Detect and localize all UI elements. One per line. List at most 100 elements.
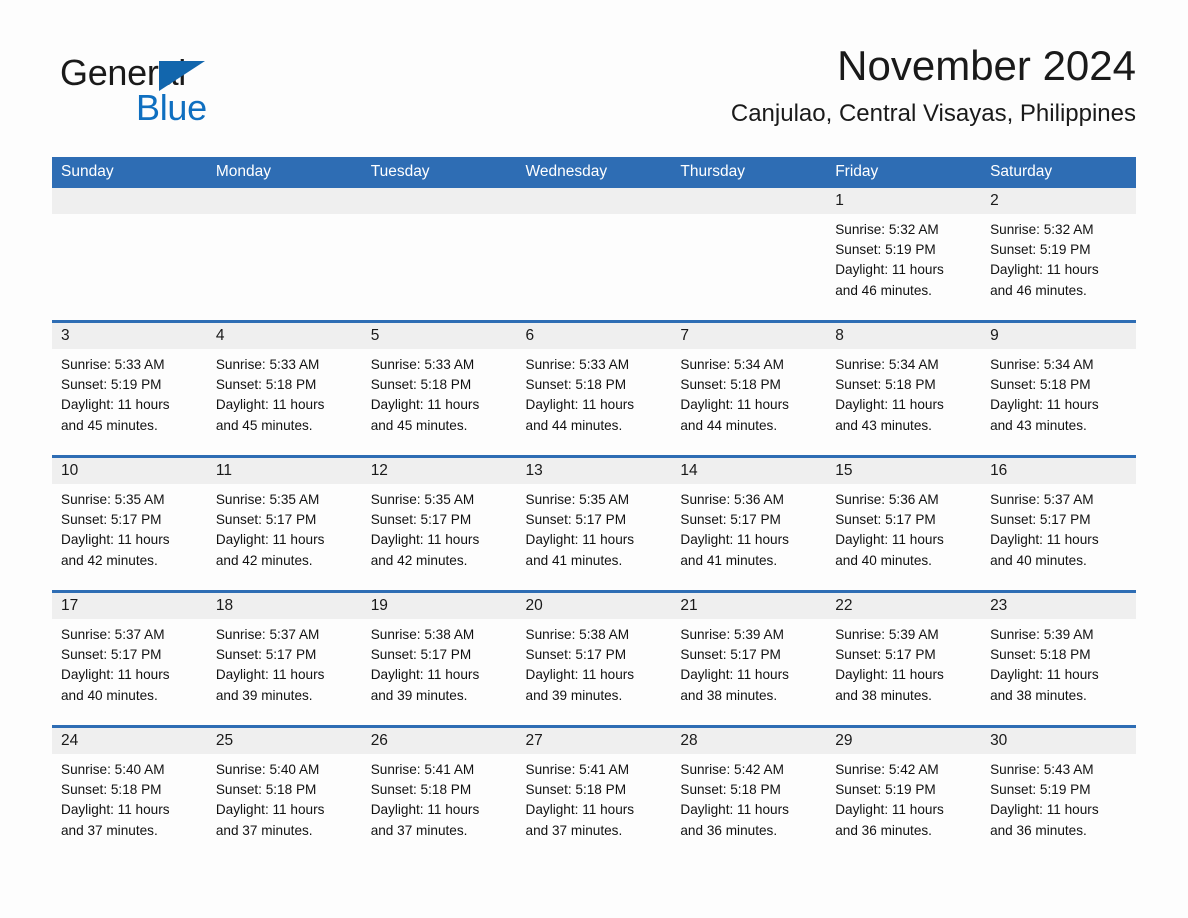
general-blue-logo[interactable]: General Blue: [60, 52, 320, 130]
day-details: Sunrise: 5:43 AM Sunset: 5:19 PM Daylight:…: [981, 754, 1136, 841]
day-details: Sunrise: 5:38 AM Sunset: 5:17 PM Daylight:…: [362, 619, 517, 706]
calendar-day-cell[interactable]: 19 Sunrise: 5:38 AM Sunset: 5:17 PM Dayligh…: [361, 590, 517, 727]
sunrise-text: Sunrise: 5:35 AM: [215, 492, 320, 507]
calendar-day-cell[interactable]: 17 Sunrise: 5:37 AM Sunset: 5:17 PM Dayligh…: [52, 590, 207, 727]
calendar-day-cell[interactable]: 25 Sunrise: 5:40 AM Sunset: 5:18 PM Dayligh…: [206, 725, 362, 860]
calendar-day-cell[interactable]: 4 Sunrise: 5:33 AM Sunset: 5:18 PM Daylight…: [206, 320, 362, 457]
day-details: Sunrise: 5:36 AM Sunset: 5:17 PM Daylight:…: [671, 484, 826, 571]
day-details: Sunrise: 5:36 AM Sunset: 5:17 PM Daylight:…: [826, 484, 981, 571]
sunrise-text: Sunrise: 5:36 AM: [835, 492, 939, 507]
sunset-text: Sunset: 5:19 PM: [990, 782, 1091, 798]
sunrise-text: Sunrise: 5:41 AM: [370, 762, 475, 777]
daylight-text-line-2: and 38 minutes.: [835, 687, 932, 703]
calendar-day-cell[interactable]: 12 Sunrise: 5:35 AM Sunset: 5:17 PM Dayligh…: [361, 455, 517, 592]
calendar-day-cell[interactable]: 30 Sunrise: 5:43 AM Sunset: 5:19 PM Dayligh…: [981, 725, 1136, 860]
day-number: 5: [361, 323, 517, 349]
calendar-day-cell[interactable]: 2 Sunrise: 5:32 AM Sunset: 5:19 PM Daylight…: [981, 188, 1136, 322]
daylight-text-line-2: and 37 minutes.: [61, 822, 158, 838]
daylight-text-line-1: Daylight: 11 hours: [525, 532, 635, 548]
calendar-day-cell[interactable]: 9 Sunrise: 5:34 AM Sunset: 5:18 PM Daylight…: [981, 320, 1136, 457]
daylight-text-line-1: Daylight: 11 hours: [525, 802, 635, 818]
calendar-day-cell[interactable]: 6 Sunrise: 5:33 AM Sunset: 5:18 PM Daylight…: [516, 320, 672, 457]
calendar-day-cell[interactable]: 27 Sunrise: 5:41 AM Sunset: 5:18 PM Dayligh…: [516, 725, 672, 860]
calendar-day-cell-empty: [206, 188, 362, 322]
daylight-text-line-1: Daylight: 11 hours: [680, 802, 789, 818]
sunrise-text: Sunrise: 5:32 AM: [990, 222, 1094, 237]
day-details: Sunrise: 5:35 AM Sunset: 5:17 PM Daylight:…: [517, 484, 672, 571]
sunrise-text: Sunrise: 5:33 AM: [370, 357, 475, 372]
daylight-text-line-1: Daylight: 11 hours: [61, 397, 170, 413]
calendar-day-cell[interactable]: 5 Sunrise: 5:33 AM Sunset: 5:18 PM Daylight…: [361, 320, 517, 457]
daylight-text-line-1: Daylight: 11 hours: [215, 667, 325, 683]
calendar-day-cell[interactable]: 24 Sunrise: 5:40 AM Sunset: 5:18 PM Dayligh…: [52, 725, 207, 860]
calendar-day-cell[interactable]: 18 Sunrise: 5:37 AM Sunset: 5:17 PM Dayligh…: [206, 590, 362, 727]
calendar-day-cell-empty: [516, 188, 672, 322]
day-number: 13: [516, 458, 672, 484]
daylight-text-line-2: and 39 minutes.: [370, 687, 468, 703]
sunrise-text: Sunrise: 5:39 AM: [680, 627, 784, 642]
day-number: 21: [671, 593, 827, 619]
daylight-text-line-1: Daylight: 11 hours: [835, 397, 944, 413]
daylight-text-line-2: and 36 minutes.: [835, 822, 932, 838]
day-details: Sunrise: 5:42 AM Sunset: 5:18 PM Daylight:…: [671, 754, 826, 841]
logo-text-blue: Blue: [136, 87, 207, 128]
sunset-text: Sunset: 5:18 PM: [525, 782, 627, 798]
calendar-day-cell[interactable]: 7 Sunrise: 5:34 AM Sunset: 5:18 PM Daylight…: [671, 320, 827, 457]
calendar-day-cell[interactable]: 14 Sunrise: 5:36 AM Sunset: 5:17 PM Dayligh…: [671, 455, 827, 592]
daylight-text-line-2: and 39 minutes.: [215, 687, 313, 703]
daylight-text-line-1: Daylight: 11 hours: [370, 667, 480, 683]
daylight-text-line-2: and 44 minutes.: [525, 417, 623, 433]
calendar-day-cell[interactable]: 11 Sunrise: 5:35 AM Sunset: 5:17 PM Dayligh…: [206, 455, 362, 592]
calendar-day-cell-empty: [671, 188, 827, 322]
calendar-page: General Blue November 2024 Canjulao, Cen…: [0, 0, 1188, 918]
day-number: 3: [52, 323, 207, 349]
sunset-text: Sunset: 5:19 PM: [990, 242, 1091, 258]
calendar-day-cell-empty: [52, 188, 207, 322]
day-number: 17: [52, 593, 207, 619]
daylight-text-line-2: and 37 minutes.: [370, 822, 468, 838]
sunset-text: Sunset: 5:18 PM: [990, 647, 1091, 663]
calendar-day-cell[interactable]: 1 Sunrise: 5:32 AM Sunset: 5:19 PM Daylight…: [826, 188, 982, 322]
calendar-day-cell[interactable]: 26 Sunrise: 5:41 AM Sunset: 5:18 PM Dayligh…: [361, 725, 517, 860]
day-details: Sunrise: 5:34 AM Sunset: 5:18 PM Daylight:…: [981, 349, 1136, 436]
day-number: 11: [206, 458, 362, 484]
daylight-text-line-1: Daylight: 11 hours: [835, 667, 944, 683]
daylight-text-line-2: and 42 minutes.: [370, 552, 468, 568]
sunset-text: Sunset: 5:18 PM: [680, 782, 781, 798]
calendar-day-cell[interactable]: 8 Sunrise: 5:34 AM Sunset: 5:18 PM Daylight…: [826, 320, 982, 457]
weekday-header-monday: Monday: [206, 157, 362, 188]
calendar-body: 1 Sunrise: 5:32 AM Sunset: 5:19 PM Daylight…: [52, 188, 1136, 860]
calendar-day-cell[interactable]: 21 Sunrise: 5:39 AM Sunset: 5:17 PM Dayligh…: [671, 590, 827, 727]
day-number: 26: [361, 728, 517, 754]
calendar-day-cell[interactable]: 20 Sunrise: 5:38 AM Sunset: 5:17 PM Dayligh…: [516, 590, 672, 727]
calendar-day-cell[interactable]: 28 Sunrise: 5:42 AM Sunset: 5:18 PM Dayligh…: [671, 725, 827, 860]
calendar-day-cell[interactable]: 3 Sunrise: 5:33 AM Sunset: 5:19 PM Daylight…: [52, 320, 207, 457]
calendar-day-cell[interactable]: 13 Sunrise: 5:35 AM Sunset: 5:17 PM Dayligh…: [516, 455, 672, 592]
daylight-text-line-1: Daylight: 11 hours: [680, 397, 789, 413]
daylight-text-line-1: Daylight: 11 hours: [61, 532, 170, 548]
calendar-day-cell-empty: [361, 188, 517, 322]
sunset-text: Sunset: 5:17 PM: [835, 512, 936, 528]
daylight-text-line-1: Daylight: 11 hours: [370, 397, 480, 413]
calendar-day-cell[interactable]: 22 Sunrise: 5:39 AM Sunset: 5:17 PM Dayligh…: [826, 590, 982, 727]
calendar-week-row: 3 Sunrise: 5:33 AM Sunset: 5:19 PM Daylight…: [52, 320, 1136, 457]
calendar-day-cell[interactable]: 23 Sunrise: 5:39 AM Sunset: 5:18 PM Dayligh…: [981, 590, 1136, 727]
sunset-text: Sunset: 5:17 PM: [370, 512, 472, 528]
sunset-text: Sunset: 5:17 PM: [680, 647, 781, 663]
day-number: 1: [826, 188, 982, 214]
calendar-day-cell[interactable]: 29 Sunrise: 5:42 AM Sunset: 5:19 PM Dayligh…: [826, 725, 982, 860]
daylight-text-line-2: and 36 minutes.: [990, 822, 1087, 838]
day-details: Sunrise: 5:41 AM Sunset: 5:18 PM Daylight:…: [517, 754, 672, 841]
sunset-text: Sunset: 5:17 PM: [61, 512, 162, 528]
daylight-text-line-1: Daylight: 11 hours: [990, 532, 1099, 548]
daylight-text-line-2: and 43 minutes.: [835, 417, 932, 433]
calendar-day-cell[interactable]: 16 Sunrise: 5:37 AM Sunset: 5:17 PM Dayligh…: [981, 455, 1136, 592]
calendar-day-cell[interactable]: 15 Sunrise: 5:36 AM Sunset: 5:17 PM Dayligh…: [826, 455, 982, 592]
daylight-text-line-2: and 38 minutes.: [990, 687, 1087, 703]
day-details: Sunrise: 5:33 AM Sunset: 5:18 PM Daylight:…: [517, 349, 672, 436]
sunrise-text: Sunrise: 5:38 AM: [370, 627, 475, 642]
daylight-text-line-1: Daylight: 11 hours: [370, 802, 480, 818]
daylight-text-line-2: and 40 minutes.: [990, 552, 1087, 568]
day-number: 18: [206, 593, 362, 619]
calendar-day-cell[interactable]: 10 Sunrise: 5:35 AM Sunset: 5:17 PM Dayligh…: [52, 455, 207, 592]
